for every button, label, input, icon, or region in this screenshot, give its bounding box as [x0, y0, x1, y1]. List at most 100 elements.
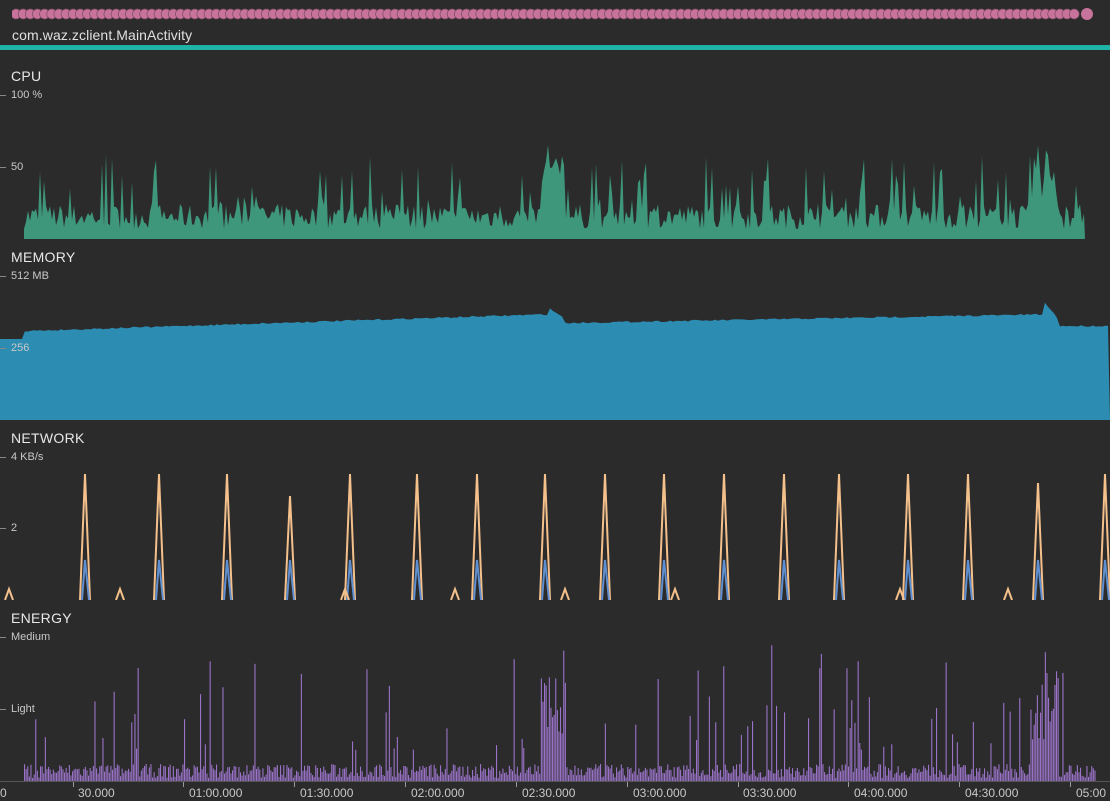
energy-bar	[659, 766, 661, 781]
energy-bar	[723, 666, 725, 781]
energy-bar	[68, 765, 70, 781]
energy-bar	[596, 768, 598, 781]
energy-bar	[809, 767, 811, 781]
energy-bar	[1033, 724, 1035, 781]
energy-bar	[622, 768, 624, 781]
network-axis-max: 4 KB/s	[11, 451, 44, 463]
energy-bar	[884, 766, 886, 781]
energy-bar	[361, 771, 363, 781]
network-axis-mid: 2	[11, 522, 18, 534]
energy-bar	[824, 772, 826, 781]
energy-bar	[512, 770, 514, 781]
energy-bar	[233, 766, 235, 781]
energy-bar	[240, 772, 242, 781]
energy-bar	[918, 769, 920, 781]
memory-monitor[interactable]: MEMORY 512 MB 256	[0, 239, 1110, 420]
energy-bar	[232, 770, 234, 781]
energy-bar	[987, 771, 989, 781]
energy-bar	[534, 764, 536, 781]
activity-lifecycle-bar[interactable]	[0, 45, 1110, 50]
time-ruler[interactable]: 0 30.000 01:00.000 01:30.000 02:00.000 0…	[0, 781, 1110, 801]
energy-bar	[844, 764, 846, 781]
energy-bar	[1004, 769, 1006, 781]
energy-bar	[443, 774, 445, 781]
energy-bar	[316, 767, 318, 781]
network-monitor[interactable]: NETWORK 4 KB/s 2	[0, 420, 1110, 601]
energy-bar	[600, 764, 602, 781]
energy-bar	[41, 766, 43, 781]
energy-bar	[1091, 766, 1093, 781]
network-received-spike	[221, 473, 233, 601]
energy-bar	[990, 743, 992, 781]
energy-bar	[644, 767, 646, 781]
energy-bar	[520, 772, 522, 781]
energy-bar	[35, 719, 37, 781]
network-received-spike	[4, 586, 14, 601]
energy-bar	[523, 748, 525, 781]
energy-bar	[560, 707, 562, 781]
energy-bar	[654, 768, 656, 781]
energy-bar	[665, 770, 667, 781]
energy-bar	[1020, 767, 1022, 781]
cpu-title: CPU	[11, 68, 42, 84]
event-dot[interactable]	[1081, 8, 1093, 20]
energy-bar	[569, 769, 571, 781]
energy-bar	[531, 774, 533, 781]
network-received-spike	[718, 473, 730, 601]
energy-bar	[924, 768, 926, 781]
network-received-spike	[115, 586, 125, 601]
activity-name[interactable]: com.waz.zclient.MainActivity	[12, 27, 192, 43]
energy-bar	[627, 767, 629, 781]
energy-bar	[940, 771, 942, 781]
cpu-monitor[interactable]: CPU 100 % 50	[0, 58, 1110, 239]
energy-bar	[524, 773, 526, 781]
energy-bar	[561, 733, 563, 781]
energy-bar	[188, 769, 190, 781]
energy-bar	[539, 773, 541, 781]
energy-bar	[24, 764, 26, 781]
energy-bar	[433, 764, 435, 781]
energy-bar	[168, 767, 170, 781]
energy-bar	[422, 765, 424, 781]
energy-bar	[544, 683, 546, 781]
memory-usage-area	[0, 302, 1110, 420]
energy-axis-max: Medium	[11, 631, 51, 643]
energy-bar	[891, 744, 893, 781]
energy-bar	[508, 765, 510, 781]
energy-bar	[832, 768, 834, 781]
energy-bar	[43, 773, 45, 781]
energy-bar	[880, 764, 882, 781]
energy-bar	[952, 734, 954, 781]
time-label: 03:00.000	[633, 786, 687, 800]
energy-bar	[864, 766, 866, 781]
energy-bar	[1062, 672, 1064, 781]
energy-bar	[590, 767, 592, 781]
energy-bar	[310, 772, 312, 781]
energy-bar	[472, 770, 474, 781]
energy-monitor[interactable]: ENERGY Medium Light	[0, 600, 1110, 781]
energy-bar	[744, 774, 746, 781]
energy-bar	[739, 764, 741, 781]
energy-bar	[1089, 772, 1091, 781]
energy-bar	[734, 769, 736, 781]
energy-bar	[211, 764, 213, 781]
event-dot[interactable]	[1068, 8, 1080, 20]
energy-bar	[1068, 765, 1070, 781]
time-label: 02:30.000	[522, 786, 576, 800]
energy-bar	[123, 773, 125, 781]
energy-bar	[956, 742, 958, 781]
energy-bar	[374, 767, 376, 781]
energy-bar	[451, 770, 453, 781]
energy-bar	[830, 773, 832, 781]
energy-bar	[112, 769, 114, 781]
energy-bar	[936, 707, 938, 781]
energy-bar	[300, 673, 302, 781]
energy-bar	[536, 771, 538, 781]
energy-bar	[84, 766, 86, 781]
energy-bar	[692, 768, 694, 781]
energy-bar	[51, 774, 53, 781]
energy-bar	[646, 769, 648, 781]
event-timeline[interactable]	[12, 6, 1098, 22]
energy-bar	[492, 767, 494, 781]
energy-bar	[513, 659, 515, 781]
